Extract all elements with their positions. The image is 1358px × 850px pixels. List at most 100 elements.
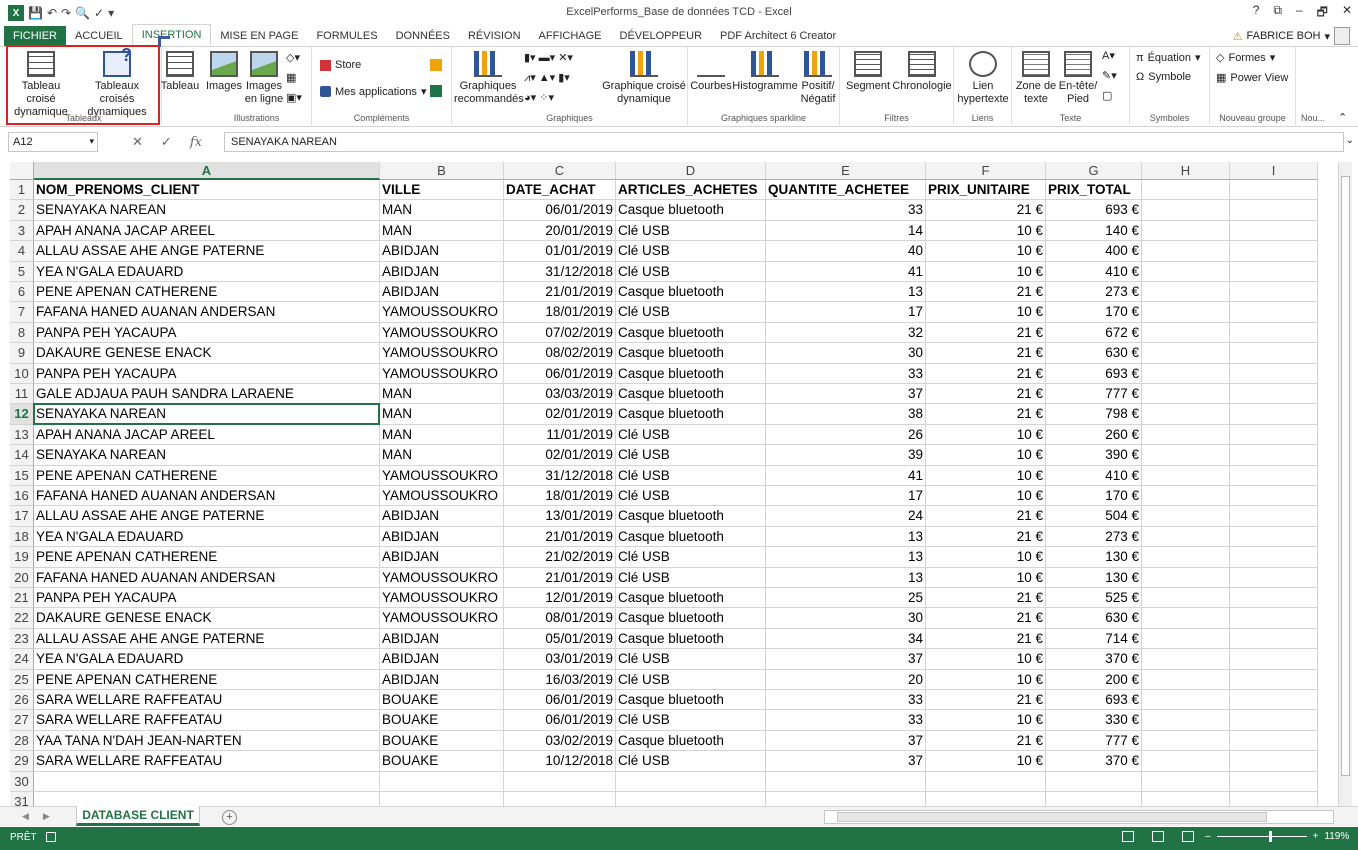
table-cell[interactable]: 13 bbox=[766, 547, 926, 568]
table-cell[interactable]: Casque bluetooth bbox=[616, 322, 766, 344]
column-header-i[interactable]: I bbox=[1230, 162, 1318, 180]
empty-cell[interactable] bbox=[1230, 486, 1318, 507]
empty-cell[interactable] bbox=[1142, 751, 1230, 772]
table-cell[interactable]: 400 € bbox=[1046, 241, 1142, 262]
table-cell[interactable]: PENE APENAN CATHERENE bbox=[34, 547, 380, 568]
table-cell[interactable]: MAN bbox=[380, 404, 504, 425]
table-cell[interactable]: Clé USB bbox=[616, 649, 766, 670]
table-cell[interactable]: 693 € bbox=[1046, 690, 1142, 711]
vertical-scroll-thumb[interactable] bbox=[1341, 176, 1350, 776]
row-header[interactable]: 15 bbox=[10, 465, 34, 486]
row-header[interactable]: 14 bbox=[10, 445, 34, 466]
table-cell[interactable]: 08/01/2019 bbox=[504, 608, 616, 629]
column-header-a[interactable]: A bbox=[34, 162, 380, 180]
zoom-slider[interactable] bbox=[1216, 831, 1307, 842]
macro-record-icon[interactable] bbox=[46, 832, 56, 842]
table-cell[interactable]: YEA N'GALA EDAUARD bbox=[34, 526, 380, 548]
table-cell[interactable]: Casque bluetooth bbox=[616, 588, 766, 609]
table-cell[interactable]: 390 € bbox=[1046, 445, 1142, 466]
table-cell[interactable]: YAMOUSSOUKRO bbox=[380, 465, 504, 486]
pie-chart-icon[interactable]: ◕▾ ⁘▾ bbox=[524, 91, 554, 104]
bing-maps-icon[interactable] bbox=[430, 59, 442, 71]
table-cell[interactable]: 16/03/2019 bbox=[504, 669, 616, 690]
table-cell[interactable]: ABIDJAN bbox=[380, 526, 504, 548]
empty-cell[interactable] bbox=[1142, 465, 1230, 486]
tab-mise-en-page[interactable]: MISE EN PAGE bbox=[211, 25, 307, 46]
table-cell[interactable]: YAMOUSSOUKRO bbox=[380, 486, 504, 507]
tab-pdf-architect[interactable]: PDF Architect 6 Creator bbox=[711, 25, 845, 46]
empty-cell[interactable] bbox=[1230, 669, 1318, 690]
table-cell[interactable]: YAMOUSSOUKRO bbox=[380, 343, 504, 364]
tab-formules[interactable]: FORMULES bbox=[307, 25, 386, 46]
table-cell[interactable]: 24 bbox=[766, 506, 926, 527]
row-header[interactable]: 2 bbox=[10, 200, 34, 221]
table-cell[interactable]: 693 € bbox=[1046, 200, 1142, 221]
table-cell[interactable]: FAFANA HANED AUANAN ANDERSAN bbox=[34, 302, 380, 323]
table-cell[interactable]: ABIDJAN bbox=[380, 649, 504, 670]
print-preview-icon[interactable]: 🔍 bbox=[75, 6, 90, 20]
empty-cell[interactable] bbox=[1142, 567, 1230, 588]
table-cell[interactable]: 21/01/2019 bbox=[504, 567, 616, 588]
empty-cell[interactable] bbox=[1142, 690, 1230, 711]
table-cell[interactable]: 17 bbox=[766, 302, 926, 323]
row-header[interactable]: 6 bbox=[10, 282, 34, 303]
empty-cell[interactable] bbox=[1230, 445, 1318, 466]
table-cell[interactable]: 777 € bbox=[1046, 730, 1142, 752]
table-cell[interactable]: 21 € bbox=[926, 363, 1046, 384]
empty-cell[interactable] bbox=[1230, 363, 1318, 384]
people-graph-icon[interactable] bbox=[430, 85, 442, 97]
table-cell[interactable]: 21/01/2019 bbox=[504, 526, 616, 548]
empty-cell[interactable] bbox=[1142, 282, 1230, 303]
table-cell[interactable]: 21 € bbox=[926, 628, 1046, 650]
row-header[interactable]: 13 bbox=[10, 424, 34, 446]
prev-sheet-icon[interactable]: ◀ bbox=[22, 811, 29, 822]
table-button[interactable]: Tableau bbox=[160, 51, 200, 93]
table-cell[interactable]: 37 bbox=[766, 730, 926, 752]
empty-cell[interactable] bbox=[1230, 710, 1318, 731]
table-cell[interactable]: 21 € bbox=[926, 506, 1046, 527]
table-cell[interactable]: 41 bbox=[766, 465, 926, 486]
table-cell[interactable]: 330 € bbox=[1046, 710, 1142, 731]
table-cell[interactable]: 21 € bbox=[926, 404, 1046, 425]
tab-affichage[interactable]: AFFICHAGE bbox=[530, 25, 611, 46]
spellcheck-icon[interactable]: ✓ bbox=[94, 6, 104, 20]
formula-input[interactable]: SENAYAKA NAREAN bbox=[224, 132, 1344, 152]
table-cell[interactable]: MAN bbox=[380, 445, 504, 466]
table-cell[interactable]: YEA N'GALA EDAUARD bbox=[34, 649, 380, 670]
header-cell[interactable]: QUANTITE_ACHETEE bbox=[766, 180, 926, 201]
table-cell[interactable]: 18/01/2019 bbox=[504, 486, 616, 507]
table-cell[interactable]: 130 € bbox=[1046, 547, 1142, 568]
table-cell[interactable]: PANPA PEH YACAUPA bbox=[34, 363, 380, 384]
add-sheet-icon[interactable]: + bbox=[222, 810, 237, 825]
table-cell[interactable]: 05/01/2019 bbox=[504, 628, 616, 650]
shapes-button[interactable]: ◇ Formes ▾ bbox=[1216, 51, 1275, 65]
empty-cell[interactable] bbox=[926, 771, 1046, 792]
empty-cell[interactable] bbox=[1230, 343, 1318, 364]
empty-cell[interactable] bbox=[1142, 261, 1230, 282]
empty-cell[interactable] bbox=[380, 771, 504, 792]
table-cell[interactable]: 14 bbox=[766, 220, 926, 242]
table-cell[interactable]: 10 € bbox=[926, 302, 1046, 323]
table-cell[interactable]: SENAYAKA NAREAN bbox=[34, 200, 380, 221]
row-header[interactable]: 29 bbox=[10, 751, 34, 772]
empty-cell[interactable] bbox=[1230, 384, 1318, 405]
empty-cell[interactable] bbox=[1230, 506, 1318, 527]
tab-developpeur[interactable]: DÉVELOPPEUR bbox=[611, 25, 712, 46]
table-cell[interactable]: 39 bbox=[766, 445, 926, 466]
table-cell[interactable]: 26 bbox=[766, 424, 926, 446]
header-cell[interactable]: PRIX_UNITAIRE bbox=[926, 180, 1046, 201]
ribbon-display-button[interactable]: ⧉ bbox=[1273, 3, 1282, 24]
column-header-g[interactable]: G bbox=[1046, 162, 1142, 180]
table-cell[interactable]: YAA TANA N'DAH JEAN-NARTEN bbox=[34, 730, 380, 752]
empty-cell[interactable] bbox=[1142, 526, 1230, 548]
table-cell[interactable]: 504 € bbox=[1046, 506, 1142, 527]
table-cell[interactable]: Casque bluetooth bbox=[616, 506, 766, 527]
save-icon[interactable]: 💾 bbox=[28, 6, 43, 20]
empty-cell[interactable] bbox=[1142, 384, 1230, 405]
header-cell[interactable]: VILLE bbox=[380, 180, 504, 201]
redo-icon[interactable]: ↷ bbox=[61, 6, 71, 20]
table-cell[interactable]: Casque bluetooth bbox=[616, 628, 766, 650]
table-cell[interactable]: 20/01/2019 bbox=[504, 220, 616, 242]
empty-cell[interactable] bbox=[1142, 241, 1230, 262]
zoom-out-icon[interactable]: – bbox=[1205, 831, 1211, 842]
